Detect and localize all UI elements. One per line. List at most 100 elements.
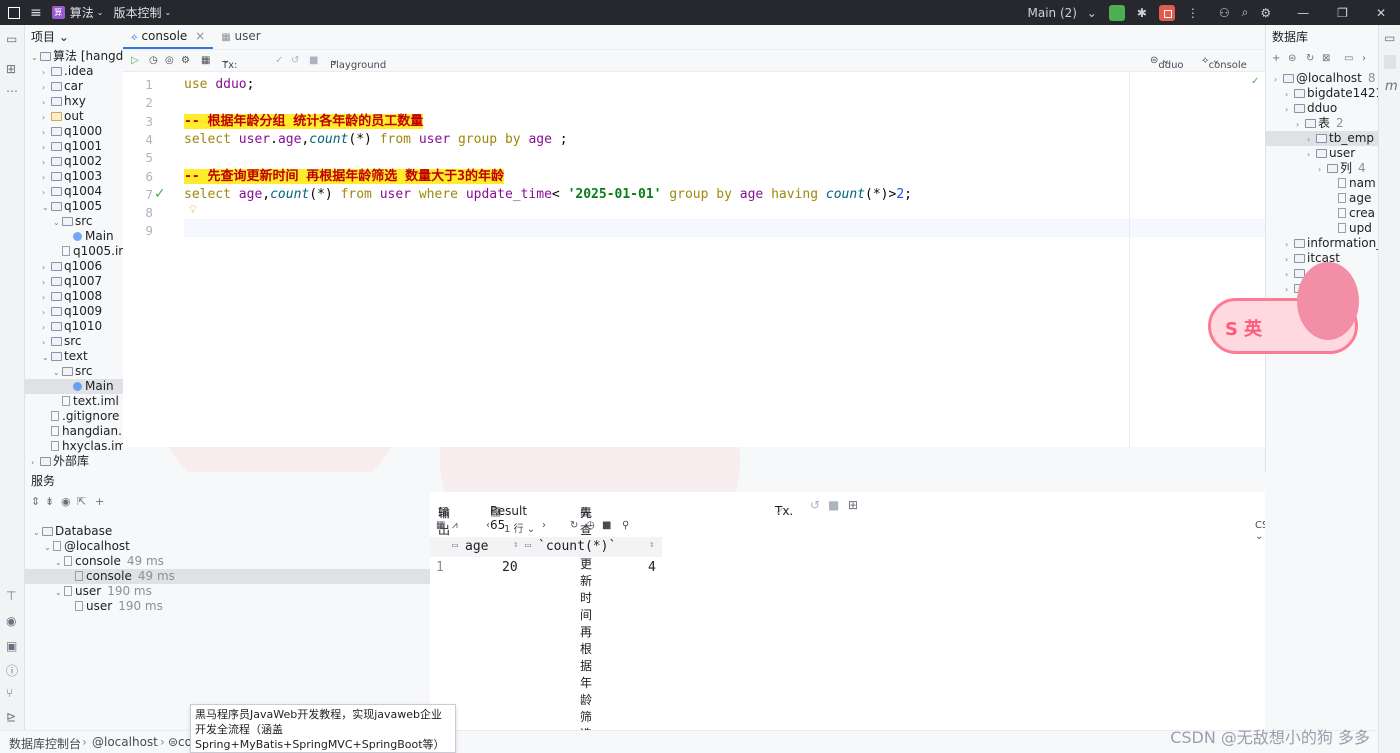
chevron-right-icon[interactable]: › bbox=[42, 320, 51, 335]
chevron-down-icon[interactable]: ⌄ bbox=[44, 540, 53, 555]
chevron-right-icon[interactable]: › bbox=[1362, 53, 1366, 64]
chevron-down-icon[interactable]: ⌄ bbox=[42, 350, 51, 365]
code-editor[interactable]: 1 2 3 4 5 6 7 8 9 use dduo; -- 根据年龄分组 统计各年龄的员工数量 s… bbox=[123, 72, 1265, 447]
service-item[interactable]: user 190 ms bbox=[25, 599, 430, 614]
chevron-down-icon[interactable]: ⌄ bbox=[55, 555, 64, 570]
rollback-icon[interactable]: ↺ bbox=[810, 498, 820, 512]
service-item[interactable]: ⌄ Database bbox=[25, 524, 430, 539]
export-format-selector[interactable]: CSV ⌄ bbox=[1255, 520, 1265, 542]
database-tool-icon[interactable] bbox=[1384, 55, 1396, 69]
tree-item[interactable]: › q1010 bbox=[25, 319, 123, 334]
refresh-icon[interactable]: ↻ bbox=[1306, 53, 1314, 64]
cell-count[interactable]: 4 bbox=[648, 560, 656, 575]
profile-icon[interactable]: ⚇ bbox=[1219, 6, 1230, 20]
debug-icon[interactable]: ✱ bbox=[1137, 6, 1147, 20]
close-icon[interactable]: ✕ bbox=[1376, 6, 1386, 20]
problems-tool-icon[interactable]: ⓘ bbox=[6, 665, 19, 678]
tree-item[interactable]: › q1004 bbox=[25, 184, 123, 199]
table-row[interactable]: 1 20 4 bbox=[430, 557, 662, 577]
db-tree-item[interactable]: › @localhost 8 bbox=[1266, 71, 1378, 86]
tree-item[interactable]: › .idea bbox=[25, 64, 123, 79]
layout-icon[interactable]: ⊞ bbox=[848, 498, 858, 512]
cell-age[interactable]: 20 bbox=[502, 560, 518, 575]
cancel-icon[interactable]: ■ bbox=[309, 55, 318, 66]
structure-tool-icon[interactable]: ⊞ bbox=[6, 63, 19, 76]
run-config-selector[interactable]: Main (2) ⌄ bbox=[1022, 6, 1097, 20]
tree-item[interactable]: › q1003 bbox=[25, 169, 123, 184]
chevron-icon[interactable]: › bbox=[1285, 267, 1294, 282]
search-icon[interactable]: ⌕ bbox=[1242, 5, 1249, 20]
chevron-down-icon[interactable]: ⌄ bbox=[42, 200, 51, 215]
chevron-right-icon[interactable]: › bbox=[42, 185, 51, 200]
chevron-right-icon[interactable]: › bbox=[42, 170, 51, 185]
table-view-icon[interactable]: ▦ bbox=[436, 520, 445, 531]
chevron-right-icon[interactable]: › bbox=[42, 260, 51, 275]
lightbulb-icon[interactable]: 💡︎ bbox=[189, 203, 197, 217]
add-icon[interactable]: + bbox=[1272, 53, 1280, 64]
chevron-icon[interactable]: › bbox=[1318, 162, 1327, 177]
tree-item[interactable]: › q1009 bbox=[25, 304, 123, 319]
column-header-age[interactable]: age bbox=[465, 539, 488, 554]
tree-item[interactable]: ⌄ src bbox=[25, 364, 123, 379]
build-tool-icon[interactable]: ⊤ bbox=[6, 590, 19, 603]
db-tree-item[interactable]: › dduo bbox=[1266, 101, 1378, 116]
project-switcher[interactable]: 算 算法 ⌄ bbox=[51, 4, 103, 21]
chevron-icon[interactable]: › bbox=[1285, 282, 1294, 297]
rerun-icon[interactable] bbox=[1108, 4, 1125, 21]
tree-item[interactable]: ⌄ 算法 [hangdi bbox=[25, 49, 123, 64]
db-tree-item[interactable]: upd bbox=[1266, 221, 1378, 236]
close-tab-icon[interactable]: × bbox=[490, 504, 500, 518]
more-tools-icon[interactable]: ⋯ bbox=[6, 85, 19, 98]
stop-icon[interactable] bbox=[1158, 4, 1175, 21]
service-item[interactable]: console 49 ms bbox=[25, 569, 430, 584]
project-panel-header[interactable]: 项目 ⌄ bbox=[25, 25, 123, 49]
schema-selector[interactable]: ⊜ dduo ⌄ bbox=[1150, 55, 1184, 71]
db-tree-item[interactable]: › tb_emp bbox=[1266, 131, 1378, 146]
chevron-right-icon[interactable]: › bbox=[42, 65, 51, 80]
project-tool-icon[interactable]: ▭ bbox=[6, 33, 19, 46]
settings-icon[interactable]: ⚙ bbox=[181, 55, 190, 66]
next-page-icon[interactable]: › bbox=[542, 520, 546, 531]
commit-icon[interactable]: ✓ bbox=[275, 55, 283, 66]
chevron-icon[interactable]: › bbox=[1274, 72, 1283, 87]
chevron-right-icon[interactable]: › bbox=[42, 125, 51, 140]
settings-icon[interactable]: ⚙ bbox=[1260, 6, 1271, 20]
chevron-right-icon[interactable]: › bbox=[42, 305, 51, 320]
execute-icon[interactable]: ▷ bbox=[131, 55, 139, 66]
maven-tool-icon[interactable]: m bbox=[1385, 79, 1398, 94]
chevron-icon[interactable]: › bbox=[1285, 237, 1294, 252]
terminal-tool-icon[interactable]: ▣ bbox=[6, 640, 19, 653]
tab-console[interactable]: ⟡ console × bbox=[123, 24, 214, 49]
disconnect-icon[interactable]: ⊠ bbox=[1322, 53, 1330, 64]
chevron-down-icon[interactable]: ⌄ bbox=[33, 525, 42, 540]
tree-item[interactable]: › q1006 bbox=[25, 259, 123, 274]
data-source-icon[interactable]: ⊜ bbox=[1288, 53, 1296, 64]
tree-item[interactable]: .gitignore bbox=[25, 409, 123, 424]
chevron-right-icon[interactable]: › bbox=[42, 155, 51, 170]
notifications-icon[interactable]: ▭ bbox=[1384, 31, 1395, 45]
pin-icon[interactable]: ⚲ bbox=[622, 520, 629, 531]
sort-icon[interactable]: ⇕ bbox=[649, 540, 654, 550]
code-line[interactable]: -- 根据年龄分组 统计各年龄的员工数量 bbox=[184, 113, 424, 131]
history-icon[interactable]: ◷ bbox=[586, 520, 595, 531]
app-logo-icon[interactable] bbox=[8, 6, 20, 19]
chevron-icon[interactable]: › bbox=[1296, 117, 1305, 132]
code-line[interactable]: use dduo; bbox=[184, 76, 254, 94]
breadcrumb-console[interactable]: 数据库控制台 bbox=[9, 735, 81, 752]
code-line[interactable]: select age,count(*) from user where upda… bbox=[184, 186, 912, 204]
service-item[interactable]: ⌄ user 190 ms bbox=[25, 584, 430, 599]
tree-item[interactable]: › q1007 bbox=[25, 274, 123, 289]
maximize-icon[interactable]: ❐ bbox=[1337, 6, 1348, 20]
tree-item[interactable]: › hxy bbox=[25, 94, 123, 109]
todo-tool-icon[interactable]: ⊵ bbox=[6, 711, 19, 724]
chevron-right-icon[interactable]: › bbox=[42, 275, 51, 290]
tree-item[interactable]: › car bbox=[25, 79, 123, 94]
chevron-right-icon[interactable]: › bbox=[31, 455, 40, 470]
chevron-right-icon[interactable]: › bbox=[42, 95, 51, 110]
more-icon[interactable]: ⋮ bbox=[1187, 6, 1199, 20]
open-icon[interactable]: ⇱ bbox=[77, 495, 86, 508]
minimize-icon[interactable]: — bbox=[1297, 6, 1309, 20]
tree-item[interactable]: hangdian.i bbox=[25, 424, 123, 439]
sort-icon[interactable]: ⇕ bbox=[513, 540, 518, 550]
tab-user[interactable]: ▦ user bbox=[213, 24, 268, 49]
